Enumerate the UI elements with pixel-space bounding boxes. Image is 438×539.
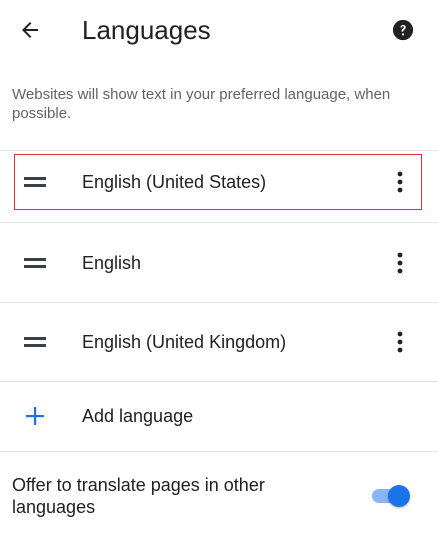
language-label: English (United States) (82, 172, 267, 192)
more-options-button[interactable] (386, 324, 414, 360)
drag-handle-icon[interactable] (24, 176, 46, 188)
languages-screen: Languages Websites will show text in you… (0, 0, 438, 539)
divider (0, 222, 438, 223)
more-options-button[interactable] (386, 164, 414, 200)
language-item[interactable]: English (0, 224, 438, 302)
more-vert-icon (397, 252, 403, 274)
language-label: English (82, 253, 142, 273)
language-item[interactable]: English (United Kingdom) (0, 303, 438, 381)
add-language-button[interactable]: Add language (0, 382, 438, 450)
translate-toggle[interactable] (370, 484, 412, 508)
more-options-button[interactable] (386, 245, 414, 281)
translate-setting[interactable]: Offer to translate pages in other langua… (0, 460, 438, 530)
back-button[interactable] (12, 12, 48, 48)
description-text: Websites will show text in your preferre… (12, 86, 391, 122)
toggle-thumb (388, 485, 410, 507)
add-language-label: Add language (82, 406, 194, 426)
plus-icon (26, 407, 44, 425)
language-label: English (United Kingdom) (82, 332, 287, 352)
translate-label: Offer to translate pages in other langua… (12, 475, 265, 517)
more-vert-icon (397, 171, 403, 193)
language-item[interactable]: English (United States) (0, 143, 438, 221)
drag-handle-icon[interactable] (24, 257, 46, 269)
more-vert-icon (397, 331, 403, 353)
app-bar: Languages (0, 0, 438, 62)
divider (0, 451, 438, 452)
drag-handle-icon[interactable] (24, 336, 46, 348)
page-title: Languages (82, 15, 211, 45)
arrow-left-icon (22, 22, 38, 38)
help-button[interactable] (390, 17, 416, 43)
help-circle-icon (392, 19, 414, 41)
